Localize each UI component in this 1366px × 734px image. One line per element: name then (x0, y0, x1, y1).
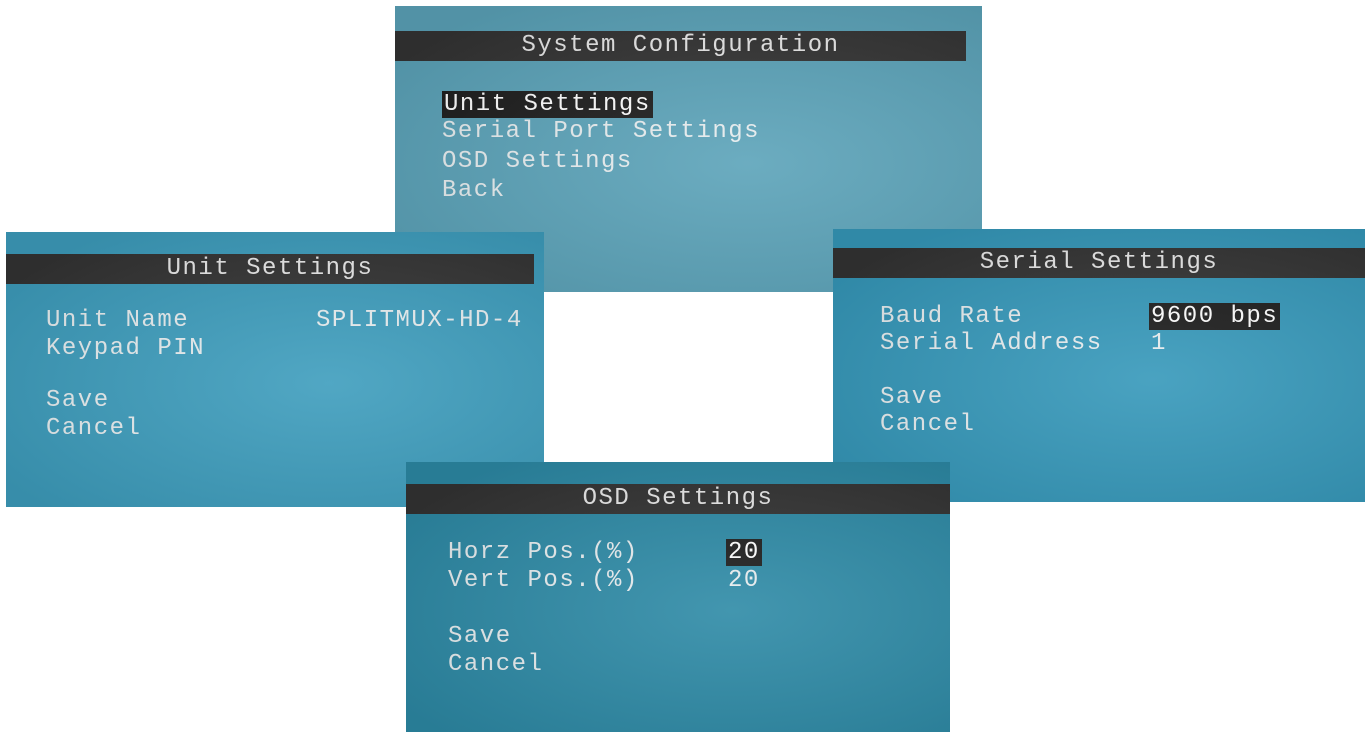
save-button[interactable]: Save (448, 623, 512, 651)
baud-rate-label: Baud Rate (880, 303, 1024, 330)
screen-title: System Configuration (395, 31, 966, 61)
selected-value: 9600 bps (1149, 303, 1281, 330)
screen-title: Serial Settings (833, 248, 1365, 278)
menu-item-serial-port-settings[interactable]: Serial Port Settings (442, 118, 760, 146)
unit-name-label: Unit Name (46, 307, 190, 334)
menu-item-unit-settings[interactable]: Unit Settings (442, 91, 653, 119)
serial-address-value[interactable]: 1 (1151, 330, 1167, 358)
screen-title: Unit Settings (6, 254, 534, 284)
osd-settings-screen: OSD Settings Horz Pos.(%) 20 Vert Pos.(%… (406, 462, 950, 732)
cancel-button[interactable]: Cancel (46, 415, 141, 443)
baud-rate-value[interactable]: 9600 bps (1149, 303, 1281, 331)
save-button[interactable]: Save (880, 384, 944, 412)
unit-name-value[interactable]: SPLITMUX-HD-4 (316, 307, 523, 335)
cancel-button[interactable]: Cancel (880, 411, 975, 439)
selected-value: 20 (726, 539, 762, 566)
vert-pos-label: Vert Pos.(%) (448, 567, 639, 594)
horz-pos-label: Horz Pos.(%) (448, 539, 639, 566)
menu-item-back[interactable]: Back (442, 177, 506, 205)
vert-pos-value[interactable]: 20 (728, 567, 760, 595)
menu-item-label: Unit Settings (442, 91, 653, 118)
keypad-pin-label: Keypad PIN (46, 335, 206, 362)
save-button[interactable]: Save (46, 387, 110, 415)
menu-item-osd-settings[interactable]: OSD Settings (442, 148, 633, 176)
cancel-button[interactable]: Cancel (448, 651, 543, 679)
horz-pos-value[interactable]: 20 (726, 539, 762, 567)
screen-title: OSD Settings (406, 484, 950, 514)
serial-address-label: Serial Address (880, 330, 1103, 357)
